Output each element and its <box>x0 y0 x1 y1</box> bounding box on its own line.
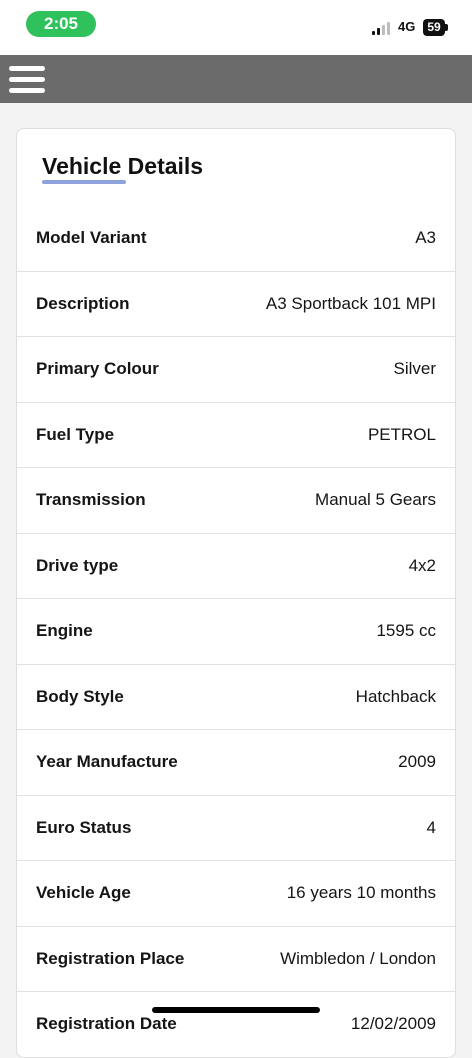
detail-value: 12/02/2009 <box>350 1014 436 1034</box>
home-indicator[interactable] <box>152 1007 320 1013</box>
detail-label: Engine <box>36 621 93 641</box>
detail-label: Model Variant <box>36 227 147 247</box>
detail-value: 16 years 10 months <box>286 883 436 903</box>
detail-label: Drive type <box>36 555 119 575</box>
detail-value: Hatchback <box>355 686 436 706</box>
detail-value: 2009 <box>398 752 436 772</box>
detail-value: PETROL <box>367 424 436 444</box>
status-bar: 2:05 4G 59 <box>0 0 472 55</box>
detail-label: Fuel Type <box>36 424 115 444</box>
top-navbar <box>0 55 472 103</box>
detail-row-body-style: Body Style Hatchback <box>17 663 455 730</box>
detail-value: 1595 cc <box>376 621 436 641</box>
detail-row-registration-place: Registration Place Wimbledon / London <box>17 925 455 992</box>
detail-value: 4 <box>426 817 436 837</box>
details-list: Model Variant A3 Description A3 Sportbac… <box>17 205 455 1057</box>
title-underline <box>42 180 126 184</box>
vehicle-details-card: Vehicle Details Model Variant A3 Descrip… <box>16 128 456 1058</box>
detail-label: Body Style <box>36 686 124 706</box>
detail-label: Year Manufacture <box>36 752 178 772</box>
detail-row-fuel-type: Fuel Type PETROL <box>17 401 455 468</box>
detail-row-transmission: Transmission Manual 5 Gears <box>17 467 455 533</box>
detail-value: Silver <box>393 359 436 379</box>
network-type: 4G <box>398 19 416 34</box>
hamburger-menu-icon[interactable] <box>9 66 45 93</box>
battery-icon: 59 <box>423 19 448 36</box>
detail-label: Primary Colour <box>36 359 159 379</box>
detail-value: A3 <box>415 227 436 247</box>
detail-label: Vehicle Age <box>36 883 131 903</box>
status-time[interactable]: 2:05 <box>26 11 96 37</box>
detail-label: Description <box>36 293 130 313</box>
detail-row-engine: Engine 1595 cc <box>17 598 455 664</box>
detail-value: Wimbledon / London <box>280 948 436 968</box>
detail-row-model-variant: Model Variant A3 <box>17 205 455 271</box>
detail-row-vehicle-age: Vehicle Age 16 years 10 months <box>17 860 455 926</box>
battery-level: 59 <box>427 20 441 34</box>
detail-label: Registration Place <box>36 948 185 968</box>
detail-label: Registration Date <box>36 1014 177 1034</box>
detail-row-description: Description A3 Sportback 101 MPI <box>17 270 455 337</box>
detail-row-drive-type: Drive type 4x2 <box>17 532 455 599</box>
cellular-signal-icon <box>372 22 392 35</box>
detail-row-primary-colour: Primary Colour Silver <box>17 336 455 402</box>
detail-row-euro-status: Euro Status 4 <box>17 794 455 861</box>
detail-row-year-manufacture: Year Manufacture 2009 <box>17 729 455 795</box>
detail-value: Manual 5 Gears <box>315 490 436 510</box>
detail-label: Transmission <box>36 490 146 510</box>
detail-value: 4x2 <box>408 555 436 575</box>
card-title: Vehicle Details <box>42 153 204 179</box>
detail-label: Euro Status <box>36 817 132 837</box>
detail-value: A3 Sportback 101 MPI <box>265 293 436 313</box>
